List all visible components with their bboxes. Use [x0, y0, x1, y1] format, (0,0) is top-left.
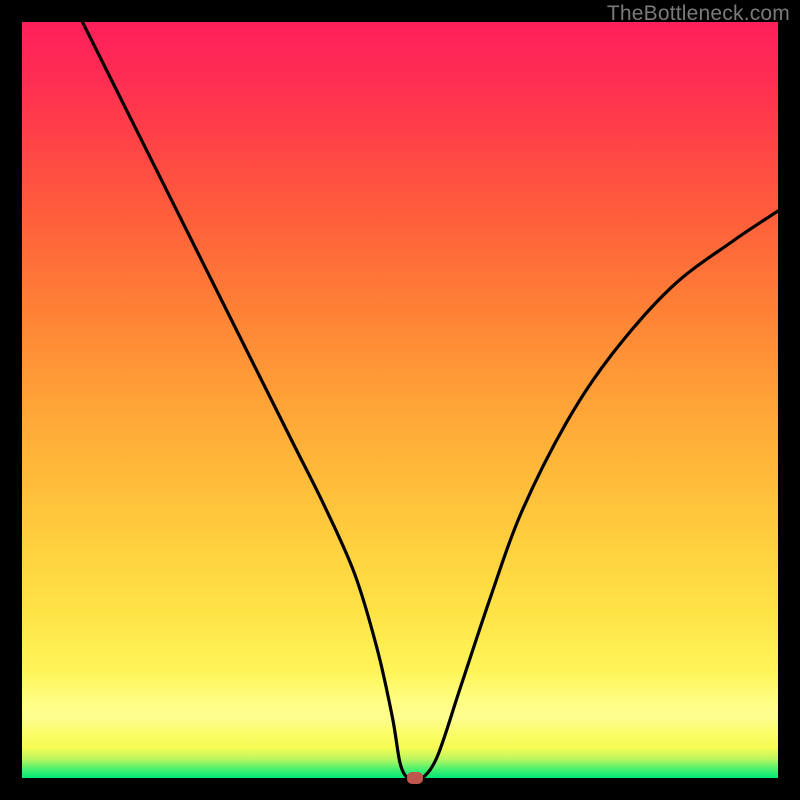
bottleneck-curve [22, 22, 778, 778]
optimal-marker [407, 772, 423, 784]
plot-area [22, 22, 778, 778]
chart-frame: TheBottleneck.com [0, 0, 800, 800]
watermark-text: TheBottleneck.com [607, 2, 790, 26]
